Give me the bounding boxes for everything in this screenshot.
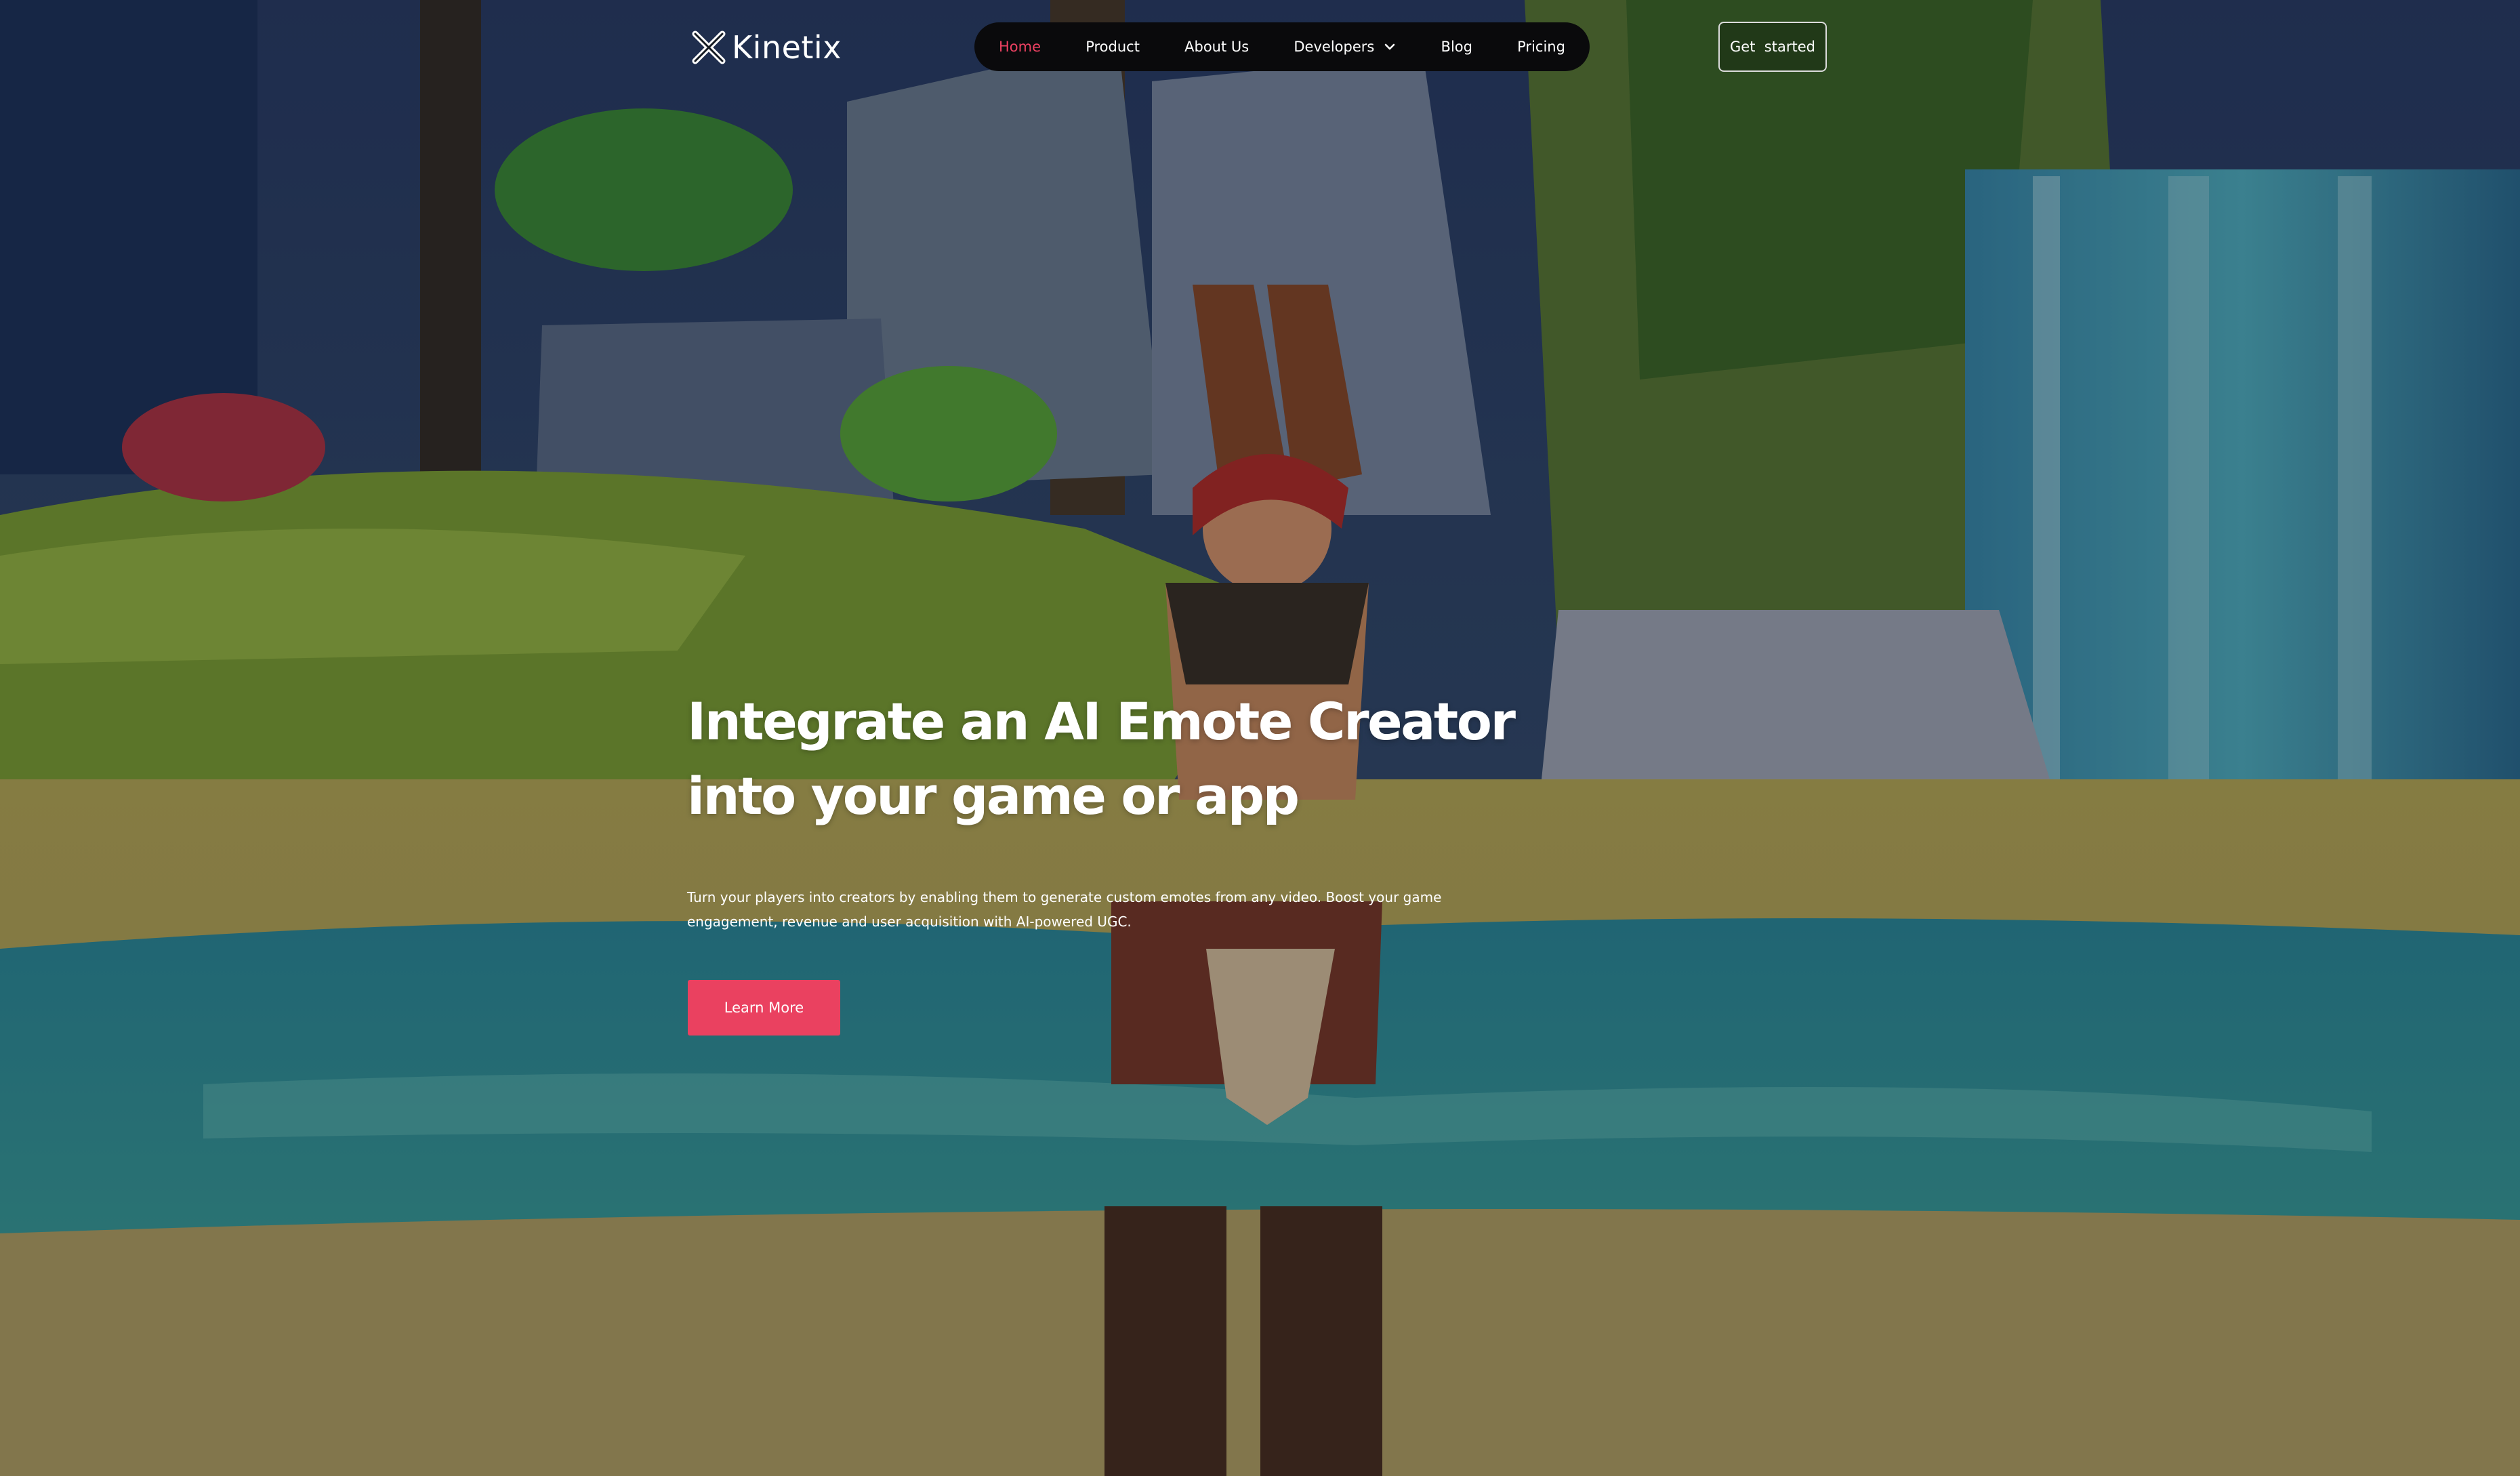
get-started-button[interactable]: Get started [1718, 22, 1827, 72]
kinetix-x-icon [692, 30, 726, 64]
nav-item-about-us[interactable]: About Us [1184, 39, 1249, 55]
hero-headline-line-2: into your game or app [687, 766, 1300, 826]
nav-item-developers-label: Developers [1294, 39, 1375, 55]
main-nav: Home Product About Us Developers Blog Pr… [974, 22, 1590, 71]
chevron-down-icon [1385, 43, 1395, 50]
nav-item-pricing[interactable]: Pricing [1517, 39, 1565, 55]
nav-item-home[interactable]: Home [999, 39, 1041, 55]
brand-name: Kinetix [732, 29, 842, 66]
nav-item-product[interactable]: Product [1086, 39, 1140, 55]
hero-headline: Integrate an AI Emote Creator into your … [687, 684, 1582, 834]
kinetix-logo[interactable]: Kinetix [690, 27, 842, 68]
nav-item-blog[interactable]: Blog [1441, 39, 1472, 55]
learn-more-button[interactable]: Learn More [688, 980, 840, 1036]
hero-headline-line-1: Integrate an AI Emote Creator [687, 691, 1516, 752]
nav-item-developers[interactable]: Developers [1294, 39, 1396, 55]
hero-subtext: Turn your players into creators by enabl… [687, 889, 1442, 930]
